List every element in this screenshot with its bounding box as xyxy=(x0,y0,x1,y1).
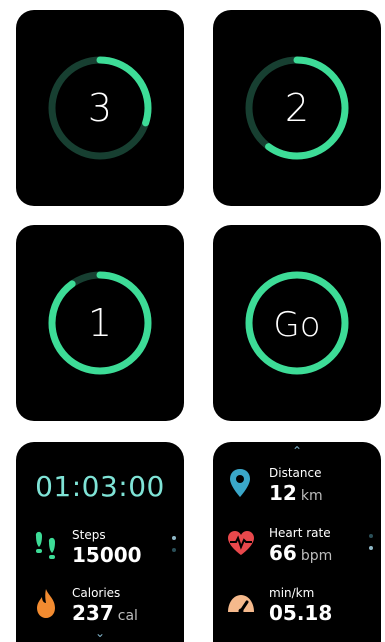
countdown-screen-2: 2 xyxy=(213,10,381,206)
stat-unit: km xyxy=(300,488,323,504)
calories-value: 237 xyxy=(72,601,114,625)
stat-row-heart-rate: Heart rate 66 bpm xyxy=(213,524,381,584)
stat-value: 12 km xyxy=(269,481,323,505)
stat-value: 237 cal xyxy=(72,601,138,625)
stat-label: Steps xyxy=(72,528,106,542)
stat-value: 66 bpm xyxy=(269,541,332,565)
countdown-number: 3 xyxy=(87,86,113,130)
go-label: Go xyxy=(273,305,321,345)
shoe-prints-icon xyxy=(35,531,55,559)
countdown-screen-go: Go xyxy=(213,225,381,421)
stat-row-pace: min/km 05.18 xyxy=(213,584,381,642)
countdown-number: 2 xyxy=(284,86,310,130)
location-pin-icon xyxy=(230,469,250,497)
page-dot xyxy=(369,546,373,550)
stat-label: Distance xyxy=(269,466,322,480)
chevron-down-icon[interactable]: ⌄ xyxy=(16,626,184,640)
page-dot xyxy=(369,534,373,538)
stat-value: 05.18 xyxy=(269,601,336,625)
speedometer-icon xyxy=(228,595,254,614)
heart-rate-icon xyxy=(228,531,254,555)
countdown-screen-3: 3 xyxy=(16,10,184,206)
stat-unit: cal xyxy=(117,608,138,624)
stat-unit: bpm xyxy=(300,548,333,564)
pace-value: 05.18 xyxy=(269,601,333,625)
page-indicator xyxy=(172,536,176,560)
page-dot xyxy=(172,536,176,540)
stat-value: 15000 xyxy=(72,543,146,567)
flame-icon xyxy=(37,589,55,618)
chevron-up-icon[interactable]: ⌃ xyxy=(213,444,381,458)
heart-rate-value: 66 xyxy=(269,541,297,565)
steps-value: 15000 xyxy=(72,543,142,567)
page-indicator xyxy=(369,534,373,558)
stat-row-steps: Steps 15000 xyxy=(16,526,184,586)
workout-details-screen: ⌃ Distance 12 km Heart rate 66 bpm min/km xyxy=(213,442,381,642)
page-dot xyxy=(172,548,176,552)
countdown-number: 1 xyxy=(87,301,113,345)
countdown-screen-1: 1 xyxy=(16,225,184,421)
stat-label: Heart rate xyxy=(269,526,331,540)
stat-row-distance: Distance 12 km xyxy=(213,464,381,524)
stat-label: Calories xyxy=(72,586,121,600)
distance-value: 12 xyxy=(269,481,297,505)
workout-summary-screen: 01:03:00 Steps 15000 Calories 237 cal ⌄ xyxy=(16,442,184,642)
stat-label: min/km xyxy=(269,586,315,600)
elapsed-time: 01:03:00 xyxy=(35,470,165,503)
